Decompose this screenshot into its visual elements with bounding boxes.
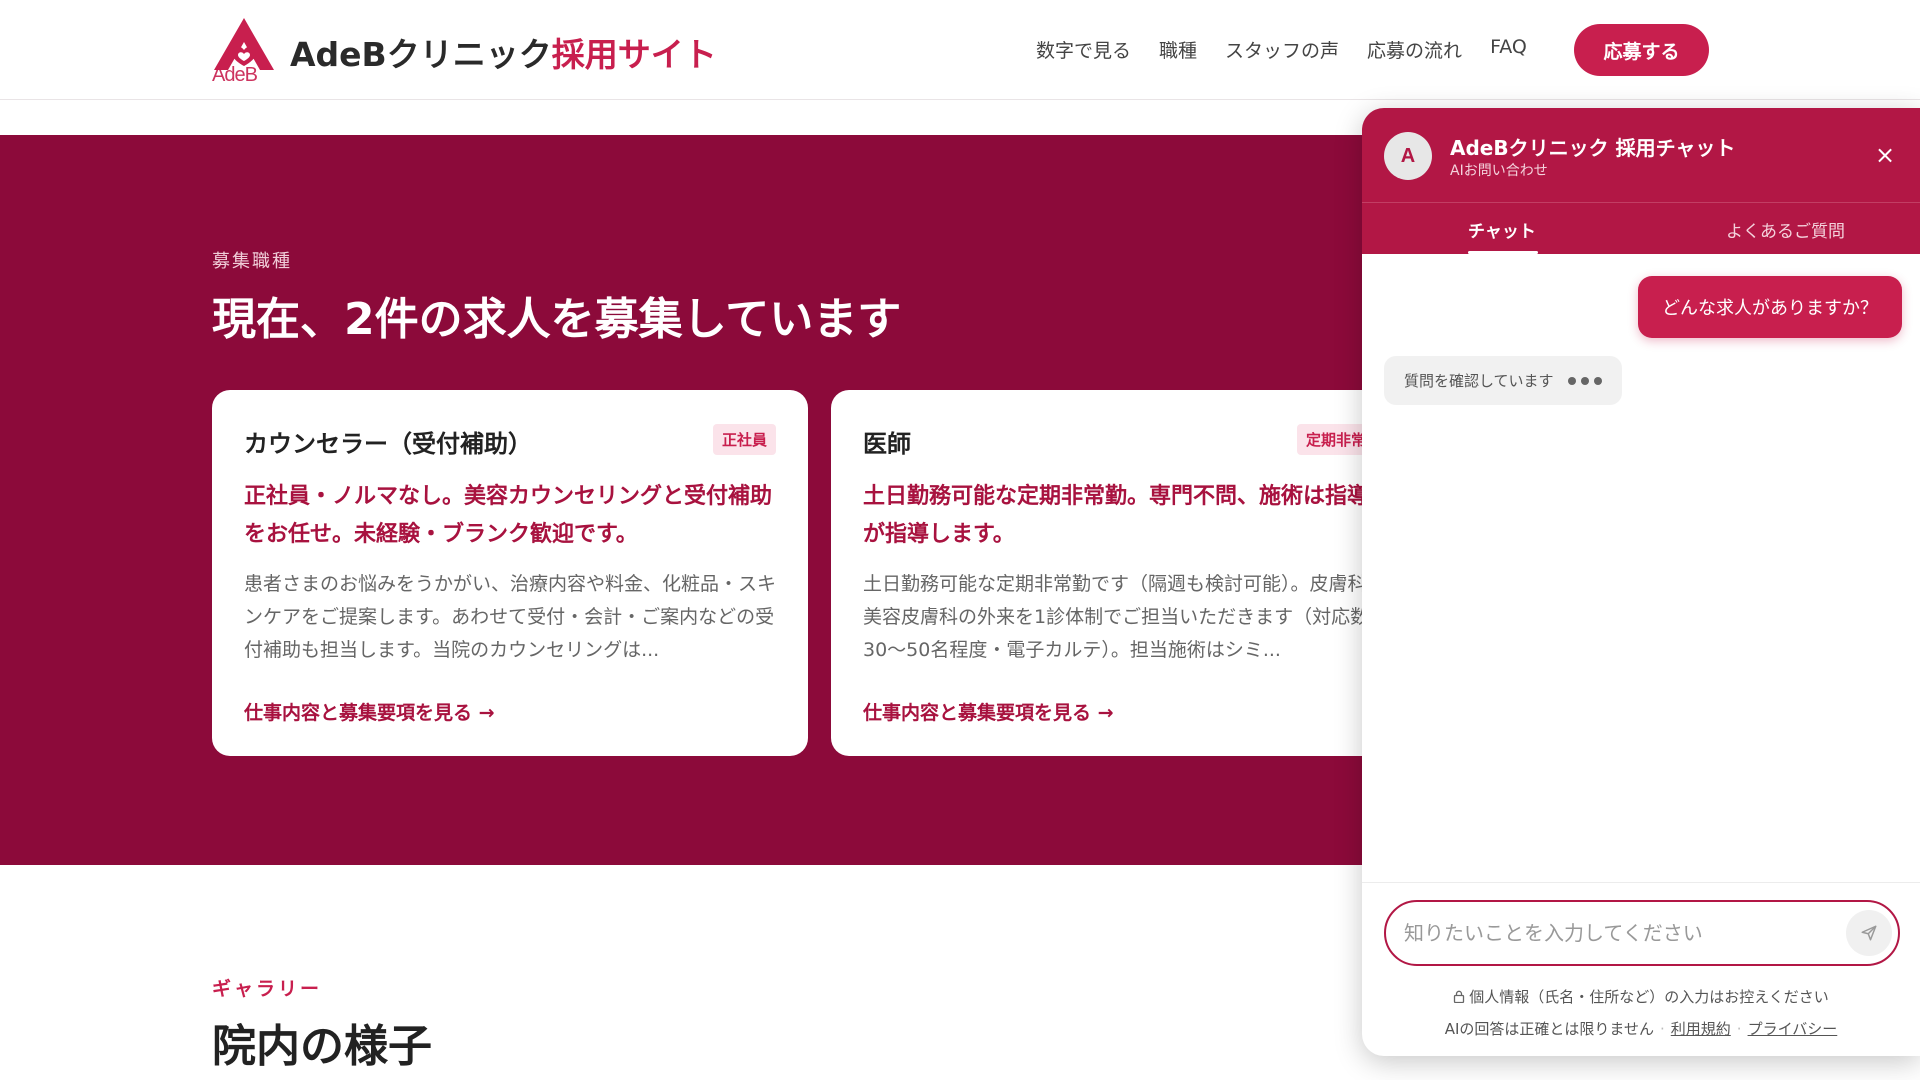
nav-item-numbers[interactable]: 数字で見る <box>1036 36 1131 63</box>
job-card-description: 土日勤務可能な定期非常勤です（隔週も検討可能）。皮膚科・美容皮膚科の外来を1診体… <box>863 573 1386 661</box>
gallery-title: 院内の様子 <box>212 1021 432 1072</box>
gallery-eyebrow: ギャラリー <box>212 978 323 1000</box>
chat-input[interactable] <box>1404 914 1824 952</box>
ai-disclaimer: AIの回答は正確とは限りません <box>1444 1020 1654 1038</box>
job-card-description: 患者さまのお悩みをうかがい、治療内容や料金、化粧品・スキンケアをご提案します。あ… <box>244 573 777 661</box>
main-nav: 数字で見る 職種 スタッフの声 応募の流れ FAQ <box>1036 36 1527 63</box>
lock-icon <box>1454 990 1465 1004</box>
job-card-lead: 正社員・ノルマなし。美容カウンセリングと受付補助をお任せ。未経験・ブランク歓迎で… <box>244 484 773 547</box>
job-card-title: カウンセラー（受付補助） <box>244 430 532 458</box>
privacy-note-text: 個人情報（氏名・住所など）の入力はお控えください <box>1469 988 1829 1006</box>
bot-status-text: 質問を確認しています <box>1404 372 1554 390</box>
tab-chat[interactable]: チャット <box>1468 203 1536 255</box>
job-details-link[interactable]: 仕事内容と募集要項を見る → <box>863 698 1114 725</box>
chat-input-box <box>1384 900 1900 966</box>
separator: · <box>1736 1020 1742 1038</box>
separator: · <box>1659 1020 1665 1038</box>
tab-faq[interactable]: よくあるご質問 <box>1726 203 1845 255</box>
privacy-note: 個人情報（氏名・住所など）の入力はお控えください <box>1362 986 1920 1007</box>
chat-divider <box>1362 882 1920 883</box>
chat-tabs: チャット よくあるご質問 <box>1362 202 1920 254</box>
chat-header: A AdeBクリニック 採用チャット AIお問い合わせ × <box>1362 108 1920 202</box>
chat-subtitle: AIお問い合わせ <box>1450 163 1548 179</box>
job-card-lead: 土日勤務可能な定期非常勤。専門不問、施術は指導医が指導します。 <box>863 484 1392 547</box>
send-icon <box>1861 925 1877 941</box>
job-card-doctor[interactable]: 医師 定期非常勤 土日勤務可能な定期非常勤。専門不問、施術は指導医が指導します。… <box>831 390 1427 756</box>
nav-item-positions[interactable]: 職種 <box>1159 36 1197 63</box>
chat-footer: AIの回答は正確とは限りません · 利用規約 · プライバシー <box>1362 1018 1920 1039</box>
nav-item-staff-voice[interactable]: スタッフの声 <box>1225 36 1339 63</box>
nav-item-application-flow[interactable]: 応募の流れ <box>1367 36 1462 63</box>
jobs-title: 現在、2件の求人を募集しています <box>212 294 902 345</box>
send-button[interactable] <box>1846 910 1892 956</box>
recruit-chat-widget: A AdeBクリニック 採用チャット AIお問い合わせ × チャット よくあるご… <box>1362 108 1920 1056</box>
jobs-eyebrow: 募集職種 <box>212 251 292 272</box>
brand-accent: 採用サイト <box>551 35 717 74</box>
brand-title[interactable]: AdeBクリニック採用サイト <box>290 28 717 76</box>
job-card-counselor[interactable]: カウンセラー（受付補助） 正社員 正社員・ノルマなし。美容カウンセリングと受付補… <box>212 390 808 756</box>
active-tab-indicator <box>1468 251 1538 254</box>
typing-dots-icon <box>1567 376 1602 385</box>
job-details-link[interactable]: 仕事内容と募集要項を見る → <box>244 698 495 725</box>
chat-title: AdeBクリニック 採用チャット <box>1450 136 1736 160</box>
chat-avatar: A <box>1384 132 1432 180</box>
employment-type-badge: 正社員 <box>712 424 776 455</box>
apply-button[interactable]: 応募する <box>1574 24 1709 76</box>
terms-link[interactable]: 利用規約 <box>1671 1020 1731 1038</box>
privacy-link[interactable]: プライバシー <box>1748 1020 1838 1038</box>
logo-subtext: AdeB <box>212 64 258 86</box>
brand-main: AdeBクリニック <box>290 35 552 74</box>
user-message: どんな求人がありますか？ <box>1638 276 1902 338</box>
site-header: AdeB AdeBクリニック採用サイト 数字で見る 職種 スタッフの声 応募の流… <box>0 0 1920 100</box>
nav-item-faq[interactable]: FAQ <box>1490 36 1527 63</box>
job-card-title: 医師 <box>863 430 911 458</box>
close-icon[interactable]: × <box>1870 140 1900 170</box>
bot-typing-message: 質問を確認しています <box>1384 356 1622 405</box>
